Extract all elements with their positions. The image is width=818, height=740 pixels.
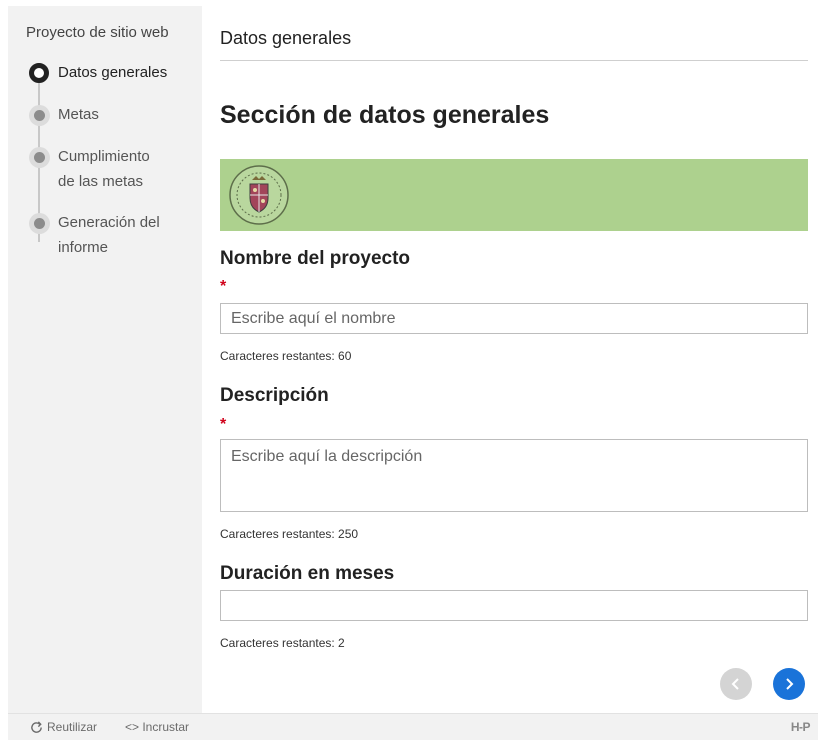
duration-input[interactable] <box>220 590 808 621</box>
step-current-icon <box>26 60 52 86</box>
project-name-label: Nombre del proyecto <box>220 248 411 269</box>
step-dot-icon <box>26 210 52 236</box>
duration-label: Duración en meses <box>220 563 395 584</box>
description-textarea[interactable] <box>220 439 808 512</box>
step-dot-icon <box>26 144 52 170</box>
next-button[interactable] <box>773 668 805 700</box>
embed-label: <> Incrustar <box>125 720 190 734</box>
duration-char-counter: Caracteres restantes: 2 <box>220 636 345 650</box>
description-char-counter: Caracteres restantes: 250 <box>220 527 359 541</box>
project-name-char-counter: Caracteres restantes: 60 <box>220 349 352 363</box>
reuse-button[interactable]: Reutilizar <box>30 720 97 734</box>
description-label: Descripción <box>220 385 329 406</box>
step-label: Generación del informe <box>58 214 160 256</box>
h5p-content-frame: Proyecto de sitio web Datos generales Me… <box>8 6 818 740</box>
previous-button[interactable] <box>720 668 752 700</box>
required-indicator: * <box>220 278 227 295</box>
chevron-right-icon <box>786 678 794 690</box>
step-label: Datos generales <box>58 64 168 81</box>
step-label: Cumplimiento de las metas <box>58 148 150 190</box>
university-seal-icon <box>229 165 289 225</box>
sidebar-title: Proyecto de sitio web <box>26 24 169 41</box>
reuse-label: Reutilizar <box>47 720 98 734</box>
banner-image <box>220 159 808 231</box>
header-divider <box>220 60 808 61</box>
h5p-logo[interactable]: H-P <box>791 720 811 734</box>
step-dot-icon <box>26 102 52 128</box>
project-name-input[interactable] <box>220 303 808 334</box>
sidebar-step-metas[interactable]: Metas <box>26 102 196 128</box>
sidebar-step-generacion[interactable]: Generación del informe <box>26 210 196 260</box>
chevron-left-icon <box>731 678 739 690</box>
h5p-footer: Reutilizar <> Incrustar H-P <box>8 713 818 740</box>
sidebar-step-datos-generales[interactable]: Datos generales <box>26 60 196 86</box>
step-label: Metas <box>58 106 99 123</box>
embed-button[interactable]: <> Incrustar <box>125 720 189 734</box>
section-title: Sección de datos generales <box>220 101 550 129</box>
sidebar: Proyecto de sitio web Datos generales Me… <box>8 6 202 713</box>
reuse-icon <box>31 720 42 733</box>
step-list: Datos generales Metas Cumplimiento de la… <box>26 60 196 276</box>
page-header: Datos generales <box>220 28 352 48</box>
sidebar-step-cumplimiento[interactable]: Cumplimiento de las metas <box>26 144 196 194</box>
required-indicator: * <box>220 416 227 433</box>
